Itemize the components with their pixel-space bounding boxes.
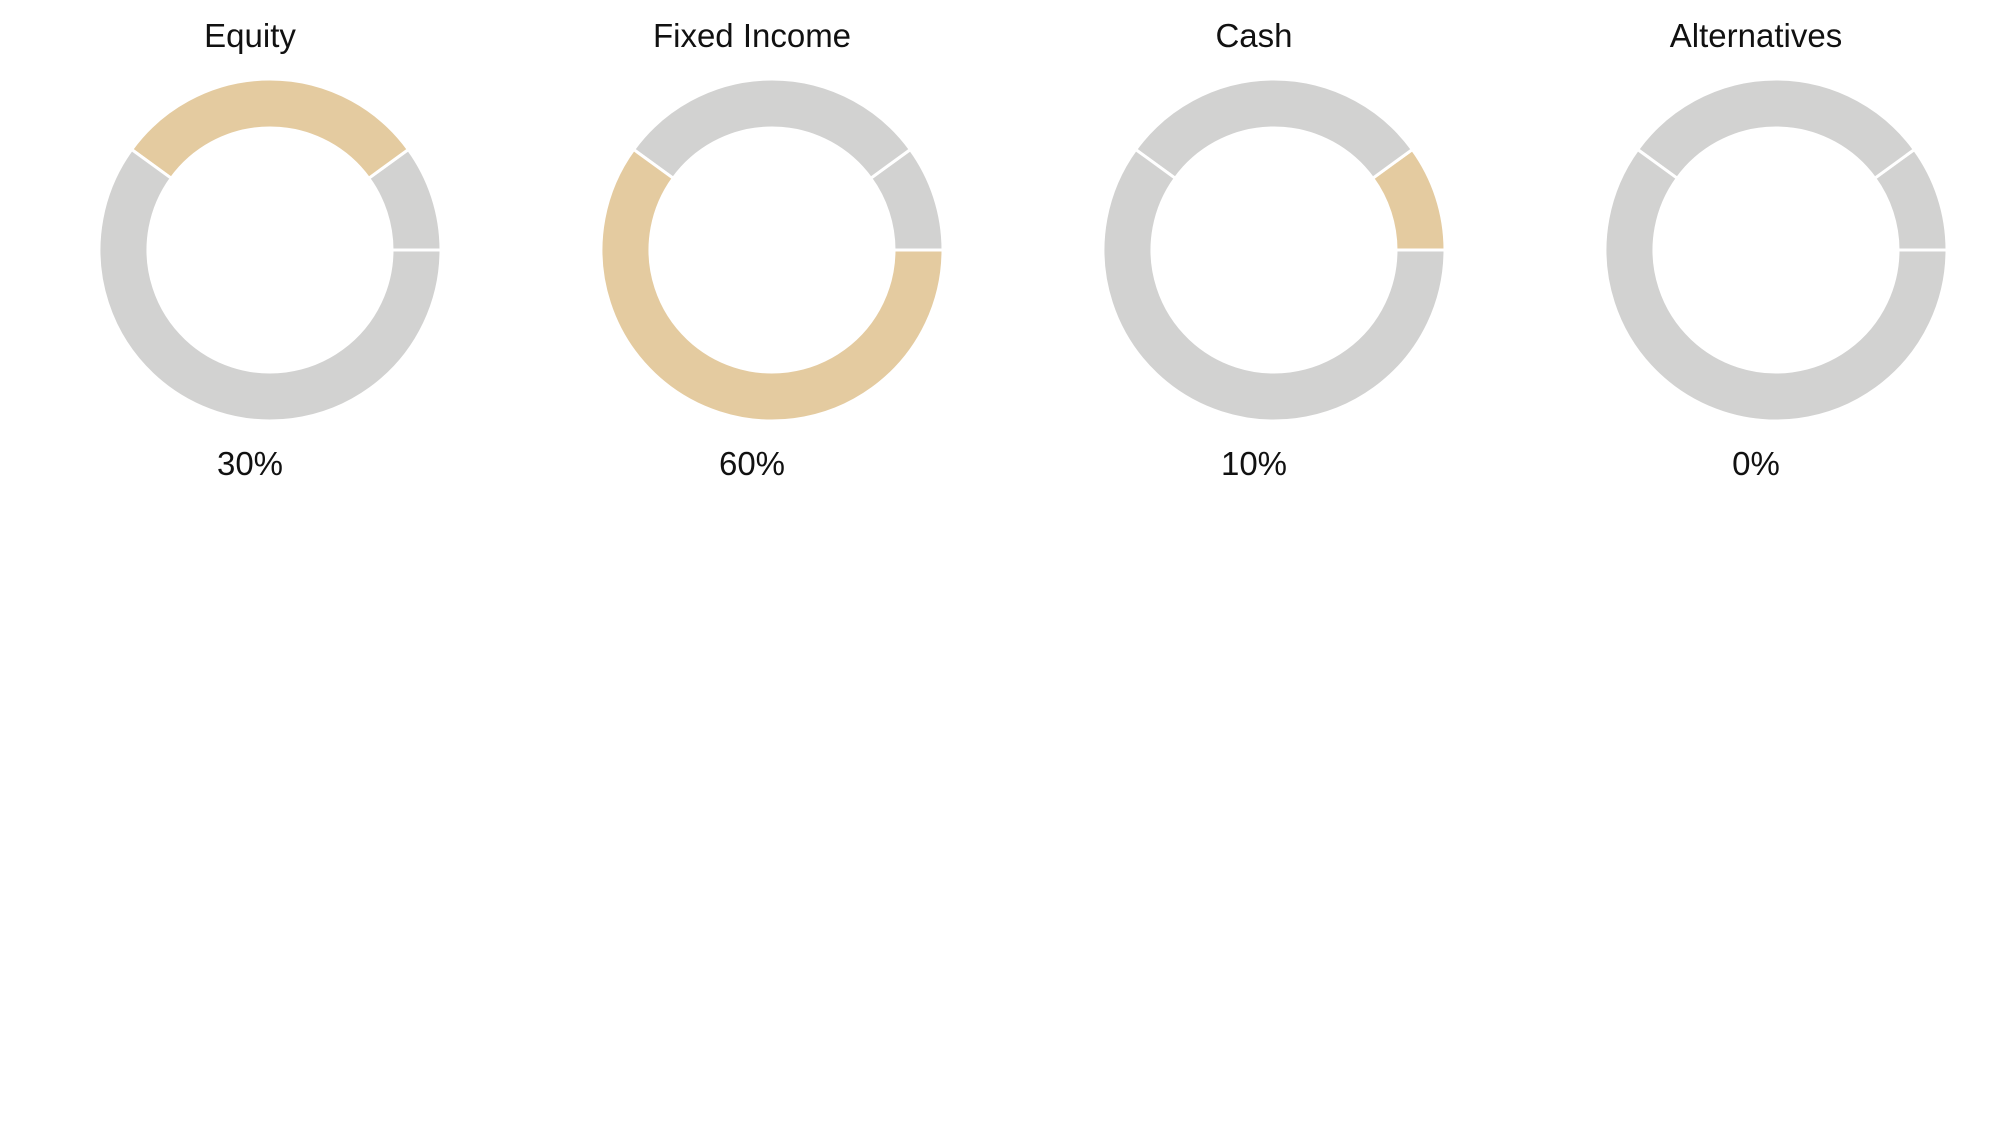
donut-title: Cash [1215,17,1293,54]
donut-chart-equity [97,77,443,423]
segment-equity [130,77,410,180]
donut-panel-cash: Cash 10% [1054,0,1454,520]
donut-value-label: 0% [1732,445,1780,482]
donut-title: Fixed Income [652,17,852,54]
donut-panel-fixed-income: Fixed Income 60% [552,0,952,520]
donut-value-label: 60% [718,445,786,482]
segment-equity [1636,77,1916,180]
donut-panel-alternatives: Alternatives 0% [1556,0,1956,520]
donut-title: Equity [204,17,296,54]
donut-chart-fixed-income [599,77,945,423]
donut-chart-row: Equity 30% Fixed Income 60% Cash 10% Alt… [0,0,2000,520]
segment-equity [1134,77,1414,180]
donut-chart-cash [1101,77,1447,423]
donut-panel-equity: Equity 30% [50,0,450,520]
donut-value-label: 30% [216,445,284,482]
donut-value-label: 10% [1220,445,1288,482]
segment-equity [632,77,912,180]
donut-title: Alternatives [1669,17,1843,54]
donut-chart-alternatives [1603,77,1949,423]
